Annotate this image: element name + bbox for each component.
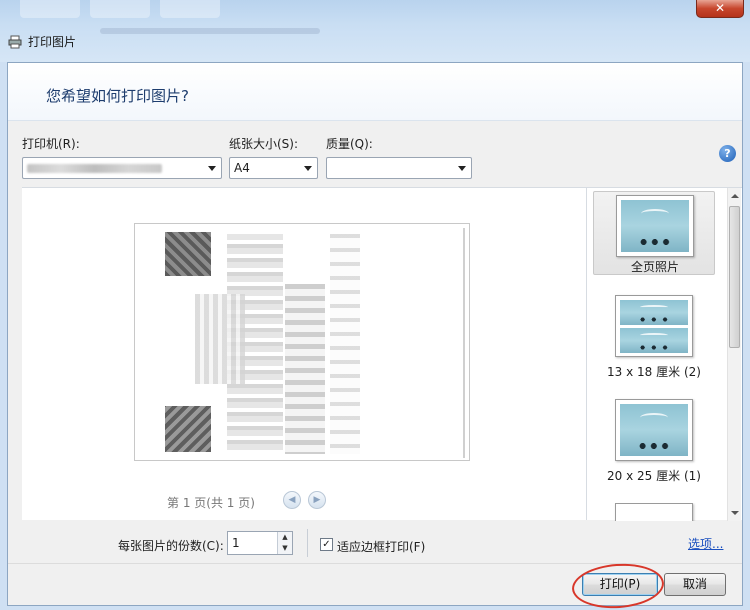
previous-page-button[interactable]: ◀ xyxy=(283,491,301,509)
preview-edge-line xyxy=(463,228,465,458)
paper-size-value: A4 xyxy=(234,161,250,175)
layout-item-full-page[interactable]: 全页照片 xyxy=(593,191,715,275)
printer-icon xyxy=(8,35,22,49)
scroll-thumb[interactable] xyxy=(729,206,740,348)
scroll-down-icon[interactable] xyxy=(731,511,739,515)
layout-label: 13 x 18 厘米 (2) xyxy=(607,365,701,379)
layout-label: 20 x 25 厘米 (1) xyxy=(607,469,701,483)
printer-label: 打印机(R): xyxy=(22,137,80,151)
chevron-down-icon xyxy=(458,166,466,171)
layout-list: 全页照片 13 x 18 厘米 (2) 20 x 25 厘米 (1) xyxy=(586,187,742,521)
photo-thumbnail xyxy=(620,300,688,325)
cancel-button[interactable]: 取消 xyxy=(664,573,726,596)
divider xyxy=(307,529,308,557)
next-page-button[interactable]: ▶ xyxy=(308,491,326,509)
fit-to-frame-checkbox[interactable]: ✓ xyxy=(320,538,333,551)
photo-thumbnail xyxy=(620,328,688,353)
layout-thumbnail xyxy=(615,295,693,357)
paper-size-select[interactable]: A4 xyxy=(229,157,318,179)
printer-name-blurred xyxy=(27,164,162,173)
layout-thumbnail xyxy=(615,399,693,461)
preview-pane: 第 1 页(共 1 页) ◀ ▶ xyxy=(22,187,586,520)
blurred-tab xyxy=(90,0,150,18)
layout-label: 全页照片 xyxy=(630,260,679,274)
preview-image-block xyxy=(330,234,360,454)
chevron-down-icon xyxy=(304,166,312,171)
layout-item-13x18[interactable]: 13 x 18 厘米 (2) xyxy=(593,295,715,379)
layout-item-20x25[interactable]: 20 x 25 厘米 (1) xyxy=(593,399,715,483)
preview-image-block xyxy=(195,294,245,384)
layout-item-partial[interactable] xyxy=(593,503,715,521)
page-preview xyxy=(134,223,470,461)
help-icon[interactable]: ? xyxy=(719,145,736,162)
options-link[interactable]: 选项... xyxy=(688,535,723,552)
preview-image-block xyxy=(165,406,211,452)
blurred-tab xyxy=(160,0,220,18)
quality-select[interactable] xyxy=(326,157,472,179)
stepper-up-icon[interactable]: ▲ xyxy=(278,532,292,543)
preview-image-block xyxy=(285,284,325,454)
photo-thumbnail xyxy=(621,200,689,252)
fit-to-frame-label[interactable]: 适应边框打印(F) xyxy=(337,538,425,555)
blurred-tab xyxy=(20,0,80,18)
layout-thumbnail xyxy=(615,503,693,521)
window-title: 打印图片 xyxy=(28,35,77,49)
print-dialog: 您希望如何打印图片? 打印机(R): 纸张大小(S): 质量(Q): A4 ? … xyxy=(7,62,743,606)
header-band: 您希望如何打印图片? xyxy=(8,63,742,121)
page-indicator: 第 1 页(共 1 页) xyxy=(167,496,255,510)
dialog-question: 您希望如何打印图片? xyxy=(46,87,189,105)
copies-label: 每张图片的份数(C): xyxy=(118,539,224,553)
copies-stepper[interactable]: 1 ▲ ▼ xyxy=(227,531,293,555)
title-bar: ✕ 打印图片 xyxy=(0,0,750,62)
quality-label: 质量(Q): xyxy=(326,137,373,151)
chevron-down-icon xyxy=(208,166,216,171)
layout-thumbnail xyxy=(616,195,694,257)
preview-image-block xyxy=(165,232,211,276)
paper-size-label: 纸张大小(S): xyxy=(229,137,299,151)
stepper-down-icon[interactable]: ▼ xyxy=(278,543,292,554)
stepper-buttons: ▲ ▼ xyxy=(277,532,292,554)
photo-thumbnail xyxy=(620,404,688,456)
window-close-button[interactable]: ✕ xyxy=(696,0,744,18)
copies-value[interactable]: 1 xyxy=(232,536,240,550)
printer-select[interactable] xyxy=(22,157,222,179)
scroll-up-icon[interactable] xyxy=(731,194,739,198)
blurred-address xyxy=(100,28,320,34)
layout-list-scrollbar[interactable] xyxy=(727,188,741,521)
